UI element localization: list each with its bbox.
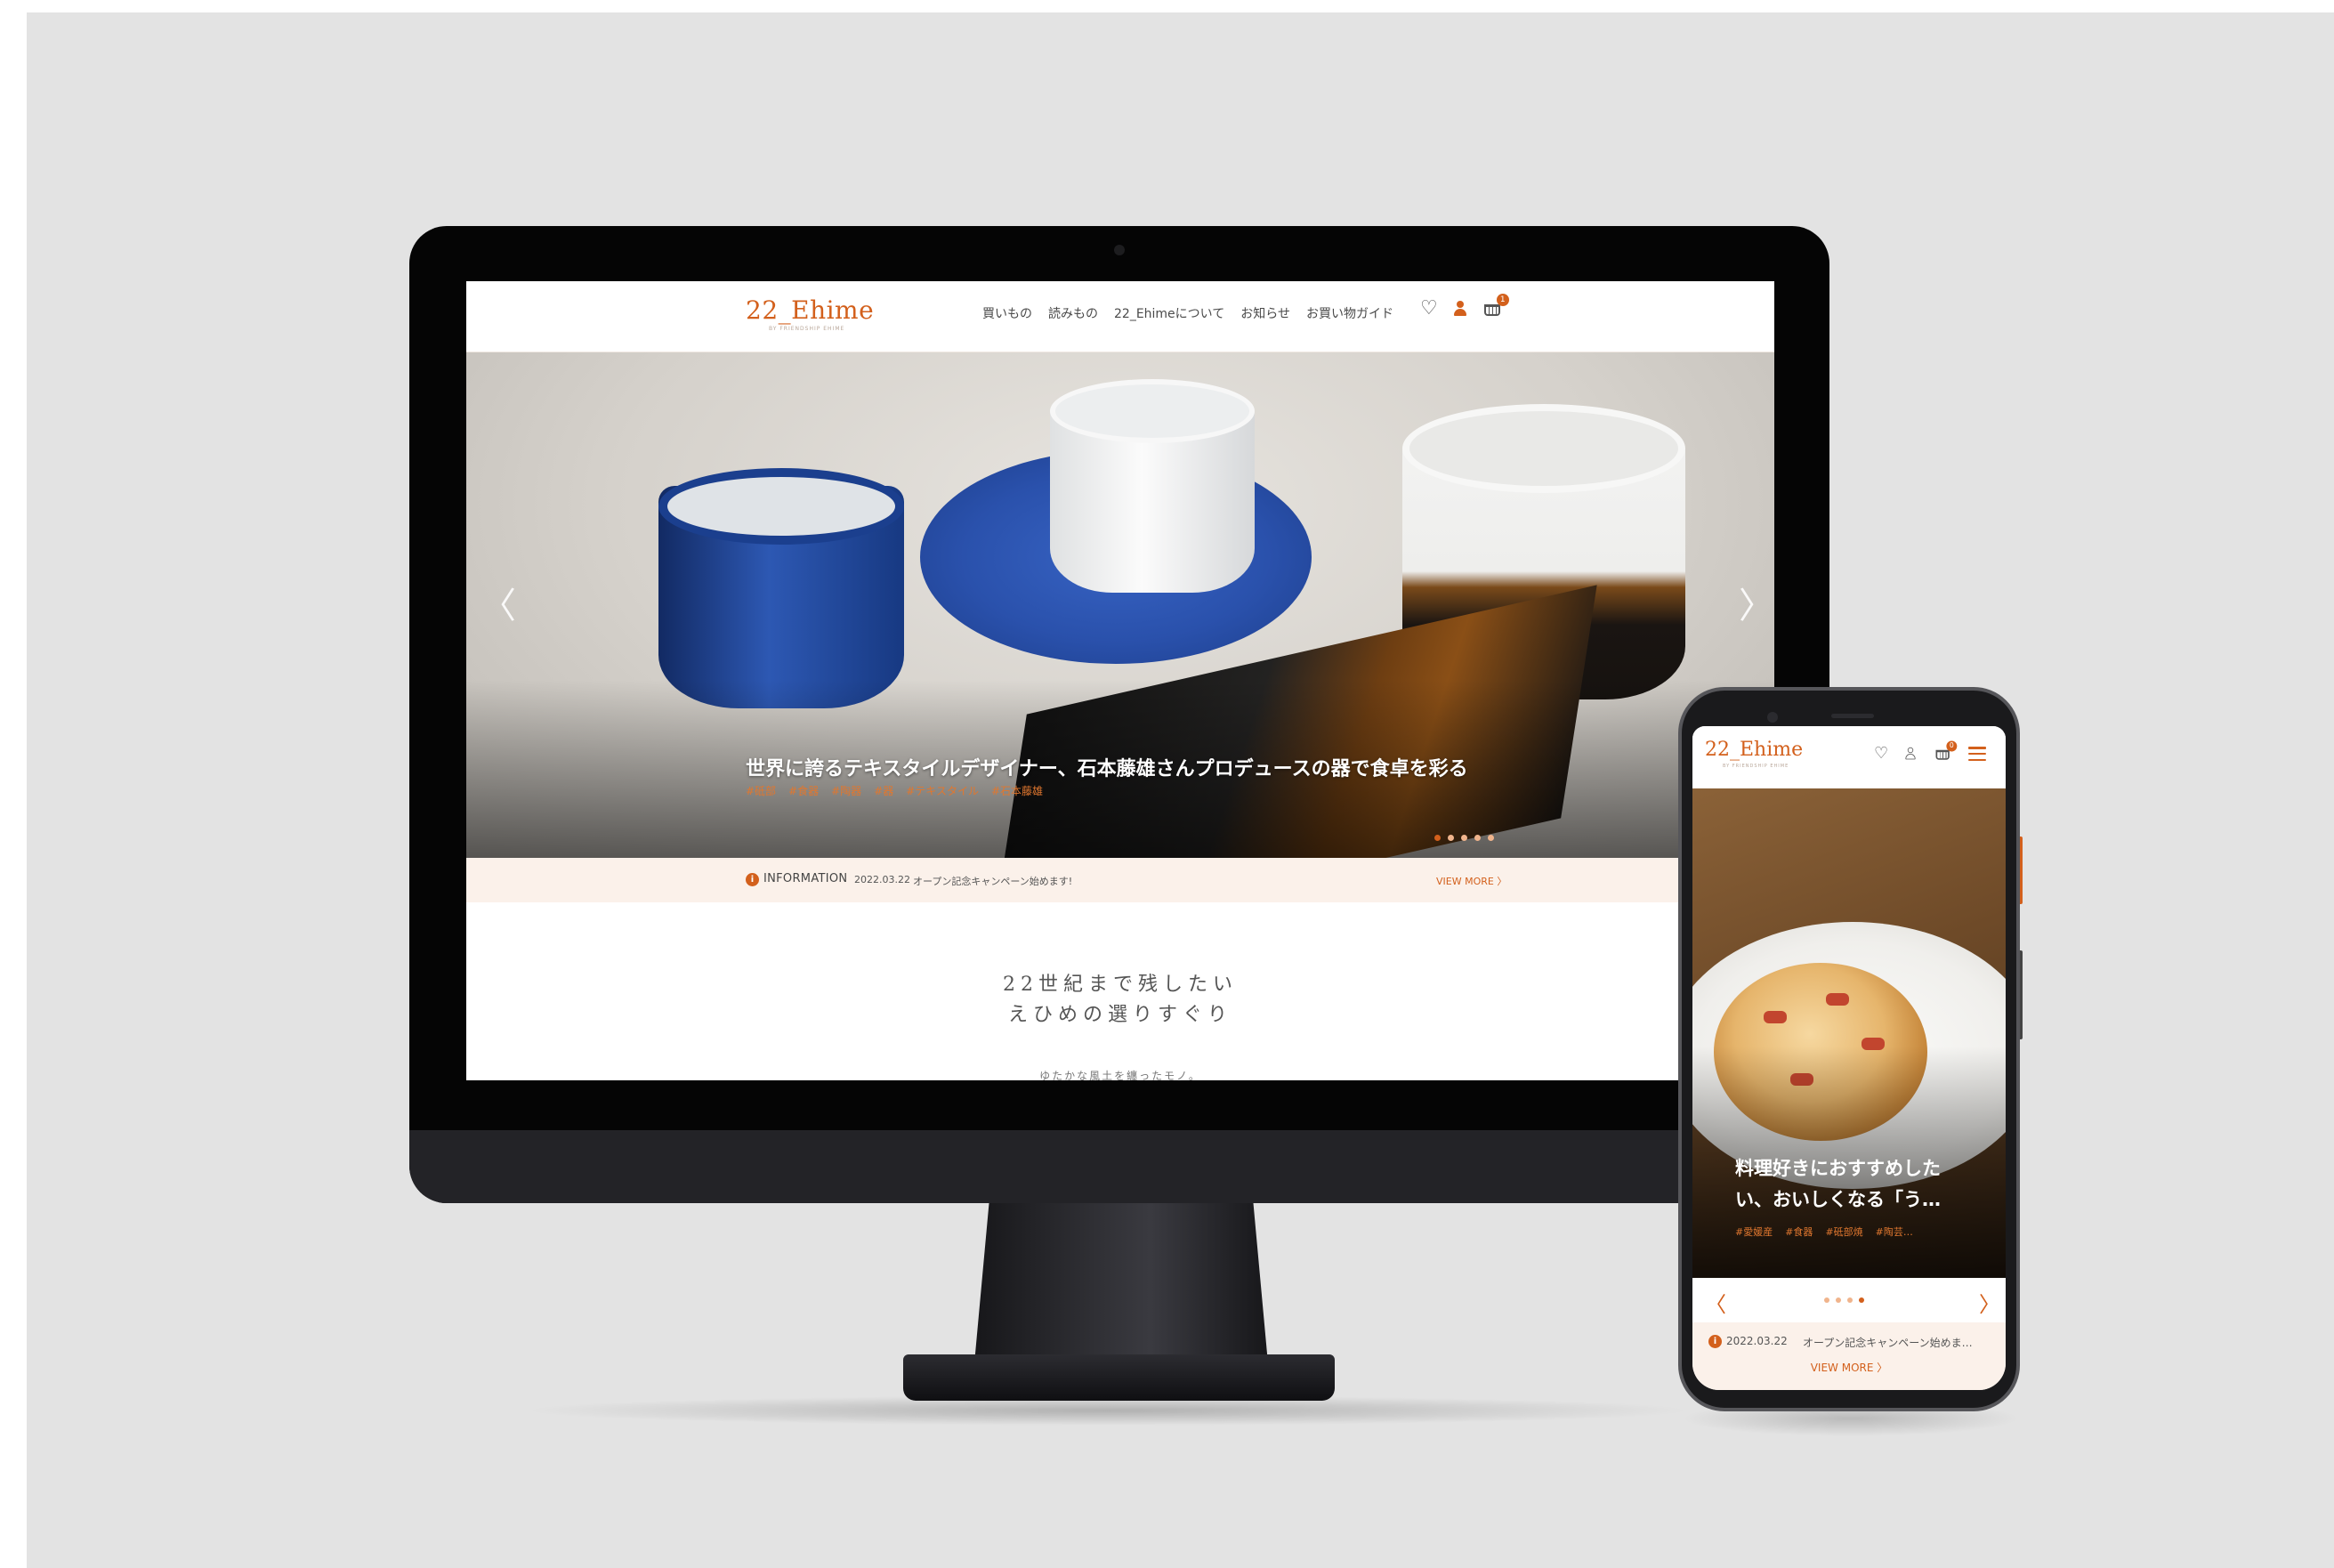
mobile-hero-slider[interactable]: 料理好きにおすすめしたい、おいしくなる「う… #愛媛産 #食器 #砥部焼 #陶芸…	[1692, 788, 2006, 1278]
slider-dot[interactable]	[1448, 835, 1454, 841]
tag-link[interactable]: #陶芸…	[1876, 1224, 1913, 1239]
intro-section: 22世紀まで残したい えひめの選りすぐり ゆたかな風土を纏ったモノ。	[466, 902, 1774, 1080]
slider-prev-button[interactable]: 〈	[1705, 1287, 1726, 1318]
slider-prev-button[interactable]: 〈	[481, 577, 516, 628]
slider-dot[interactable]	[1474, 835, 1481, 841]
monitor-foot	[903, 1354, 1335, 1401]
hero-image-cup-rim	[1402, 404, 1685, 493]
header-icons: ♡ 1	[1420, 294, 1509, 319]
view-more-link[interactable]: VIEW MORE 〉	[1692, 1360, 2006, 1375]
nav-item-reading[interactable]: 読みもの	[1048, 304, 1098, 322]
hero-slider[interactable]: 〈 〉 世界に誇るテキスタイルデザイナー、石本藤雄さんプロデュースの器で食卓を彩…	[466, 352, 1774, 858]
intro-heading-line2: えひめの選りすぐり	[1007, 1004, 1232, 1026]
news-headline[interactable]: オープン記念キャンペーン始めます!	[913, 874, 1072, 888]
info-icon: i	[746, 873, 759, 886]
desktop-screen: 22_Ehime BY FRIENDSHIP EHIME 買いもの 読みもの 2…	[466, 281, 1774, 1080]
hero-caption[interactable]: 世界に誇るテキスタイルデザイナー、石本藤雄さんプロデュースの器で食卓を彩る	[746, 753, 1468, 781]
site-header: 22_Ehime BY FRIENDSHIP EHIME 買いもの 読みもの 2…	[466, 281, 1774, 352]
tag-link[interactable]: #器	[874, 783, 893, 798]
hero-caption[interactable]: 料理好きにおすすめしたい、おいしくなる「う…	[1735, 1153, 1975, 1216]
view-more-link[interactable]: VIEW MORE 〉	[1436, 874, 1506, 888]
hero-tags: #砥部 #食器 #陶器 #器 #テキスタイル #石本藤雄	[746, 783, 1043, 798]
mobile-screen: 22_Ehime BY FRIENDSHIP EHIME ♡ 0 料理好きにおす…	[1692, 726, 2006, 1390]
news-headline[interactable]: オープン記念キャンペーン始めま…	[1803, 1335, 1990, 1350]
slider-dot[interactable]	[1836, 1297, 1841, 1303]
logo-tagline: BY FRIENDSHIP EHIME	[1723, 764, 1789, 769]
hero-tags: #愛媛産 #食器 #砥部焼 #陶芸…	[1735, 1224, 1913, 1239]
information-label: INFORMATION	[763, 872, 848, 885]
slider-dot[interactable]	[1461, 835, 1467, 841]
news-date: 2022.03.22	[854, 874, 910, 885]
slider-dot[interactable]	[1488, 835, 1494, 841]
slider-dot[interactable]	[1859, 1297, 1864, 1303]
nav-item-shopping[interactable]: 買いもの	[982, 304, 1032, 322]
information-bar: i INFORMATION 2022.03.22 オープン記念キャンペーン始めま…	[466, 858, 1774, 902]
phone-speaker	[1831, 714, 1874, 718]
heart-icon[interactable]: ♡	[1874, 746, 1888, 762]
user-icon[interactable]	[1904, 746, 1917, 762]
slider-next-button[interactable]: 〉	[1979, 1287, 2000, 1318]
desktop-monitor: 22_Ehime BY FRIENDSHIP EHIME 買いもの 読みもの 2…	[409, 226, 1829, 1203]
site-logo[interactable]: 22_Ehime	[1705, 739, 1803, 761]
tag-link[interactable]: #砥部焼	[1825, 1224, 1862, 1239]
tag-link[interactable]: #陶器	[831, 783, 861, 798]
slider-dot[interactable]	[1824, 1297, 1829, 1303]
mobile-header-icons: ♡ 0	[1874, 740, 1987, 764]
user-icon[interactable]	[1452, 299, 1468, 319]
tag-link[interactable]: #食器	[788, 783, 819, 798]
mobile-header: 22_Ehime BY FRIENDSHIP EHIME ♡ 0	[1692, 726, 2006, 788]
cart-badge: 1	[1496, 294, 1509, 306]
slider-dot[interactable]	[1434, 835, 1441, 841]
intro-subtext: ゆたかな風土を纏ったモノ。	[1039, 1070, 1201, 1080]
camera-icon	[1114, 245, 1125, 255]
hero-image-garnish	[1764, 1011, 1787, 1023]
tag-link[interactable]: #食器	[1785, 1224, 1813, 1239]
nav-item-guide[interactable]: お買い物ガイド	[1306, 304, 1393, 322]
intro-heading-line1: 22世紀まで残したい	[1003, 974, 1238, 996]
slider-pagination	[1824, 1297, 1864, 1303]
cart-badge: 0	[1946, 740, 1958, 752]
monitor-stand	[974, 1203, 1268, 1363]
logo-tagline: BY FRIENDSHIP EHIME	[769, 326, 845, 332]
tag-link[interactable]: #テキスタイル	[906, 783, 979, 798]
cart-icon[interactable]: 1	[1482, 294, 1509, 319]
mobile-slider-controls: 〈 〉	[1692, 1278, 2006, 1322]
tag-link[interactable]: #砥部	[746, 783, 776, 798]
hero-image-garnish	[1826, 993, 1849, 1006]
menu-icon[interactable]	[1968, 747, 1987, 761]
slider-dot[interactable]	[1847, 1297, 1853, 1303]
info-icon: i	[1708, 1335, 1722, 1348]
news-date: 2022.03.22	[1726, 1335, 1788, 1347]
hero-image-cup-rim	[1050, 379, 1255, 443]
slider-pagination	[1434, 835, 1494, 841]
main-nav: 買いもの 読みもの 22_Ehimeについて お知らせ お買い物ガイド	[982, 304, 1393, 322]
slider-next-button[interactable]: 〉	[1739, 577, 1774, 628]
nav-item-about[interactable]: 22_Ehimeについて	[1114, 304, 1224, 322]
mobile-information-bar: i 2022.03.22 オープン記念キャンペーン始めま… VIEW MORE …	[1692, 1322, 2006, 1390]
tag-link[interactable]: #愛媛産	[1735, 1224, 1773, 1239]
site-logo[interactable]: 22_Ehime	[746, 295, 874, 325]
monitor-chin	[409, 1130, 1829, 1203]
phone-camera-icon	[1767, 712, 1778, 723]
nav-item-news[interactable]: お知らせ	[1240, 304, 1290, 322]
tag-link[interactable]: #石本藤雄	[991, 783, 1043, 798]
cart-icon[interactable]: 0	[1934, 740, 1958, 763]
heart-icon[interactable]: ♡	[1420, 299, 1438, 319]
hero-image-cup-rim	[658, 468, 904, 545]
